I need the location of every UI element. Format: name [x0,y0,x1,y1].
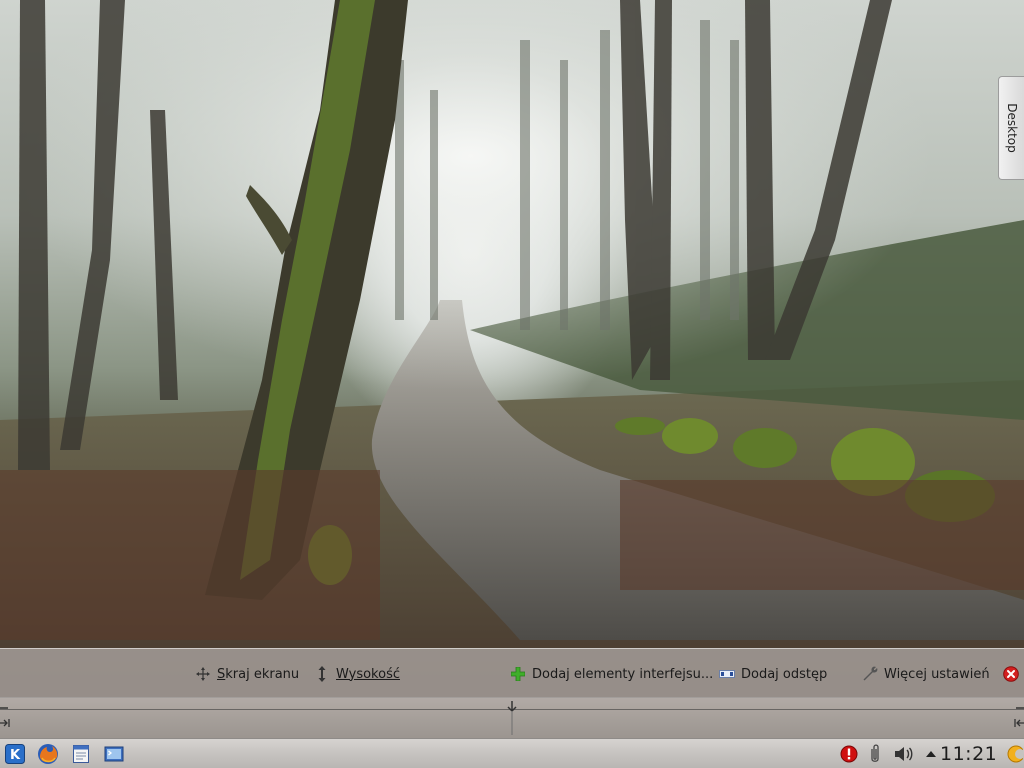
screen-edge-label: Skraj ekranu [217,666,300,682]
firefox-icon[interactable] [37,743,59,765]
panel-size-ruler[interactable] [0,697,1024,740]
expand-tray-icon[interactable] [920,743,942,765]
resize-vertical-icon [314,666,330,682]
cashew-icon[interactable] [1004,743,1024,765]
add-widgets-label: Dodaj elementy interfejsu... [532,666,714,682]
plus-icon [510,666,526,682]
taskbar: K 11:21 [0,738,1024,768]
center-handle[interactable] [506,701,518,739]
add-widgets-button[interactable]: Dodaj elementy interfejsu... [510,664,713,684]
svg-text:K: K [10,748,21,763]
terminal-icon[interactable] [103,743,125,765]
panel-controller: Skraj ekranu Wysokość Dodaj elementy int… [0,648,1024,740]
more-settings-button[interactable]: Więcej ustawień [862,664,990,684]
kde-menu-icon[interactable]: K [4,743,26,765]
height-label: Wysokość [336,666,400,682]
move-icon [195,666,211,682]
close-icon [1003,666,1019,682]
panel-controller-toolbar: Skraj ekranu Wysokość Dodaj elementy int… [0,649,1024,698]
more-settings-label: Więcej ustawień [884,666,990,682]
screen-edge-button[interactable]: Skraj ekranu [195,664,299,684]
spacer-icon [719,666,735,682]
close-panel-controller-button[interactable] [1003,664,1019,684]
klipper-clipboard-icon[interactable] [864,743,886,765]
wrench-icon [862,666,878,682]
right-offset-slider[interactable] [1012,701,1024,735]
height-button[interactable]: Wysokość [314,664,400,684]
desktop-toolbox-button[interactable]: Desktop [998,76,1024,180]
volume-icon[interactable] [893,743,915,765]
update-alert-icon[interactable] [838,743,860,765]
left-offset-slider[interactable] [0,701,12,735]
desktop-toolbox-label: Desktop [1004,103,1019,153]
file-manager-icon[interactable] [70,743,92,765]
add-spacer-label: Dodaj odstęp [741,666,828,682]
add-spacer-button[interactable]: Dodaj odstęp [719,664,827,684]
clock[interactable]: 11:21 [940,741,997,767]
